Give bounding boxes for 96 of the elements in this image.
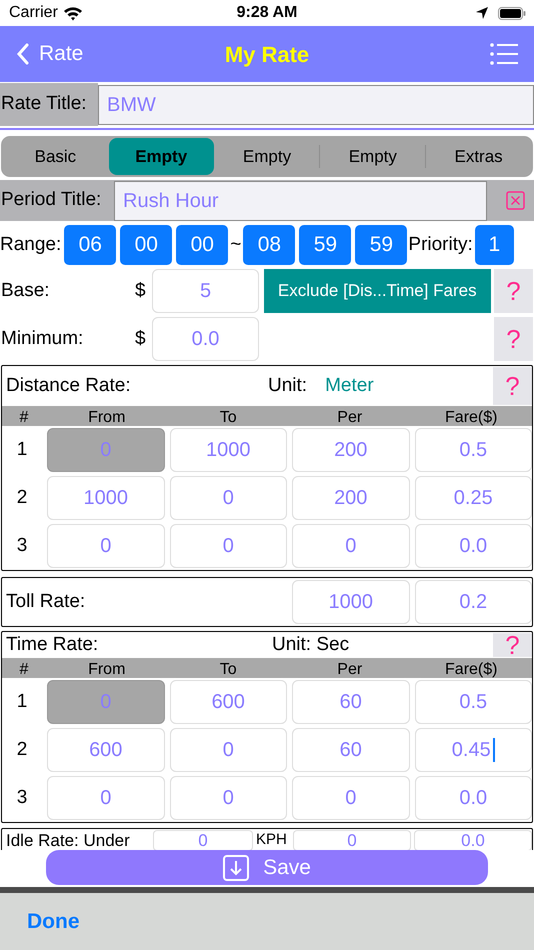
range-separator: ~ [230, 232, 242, 257]
row-number: 2 [16, 486, 28, 510]
idle-speed-field[interactable]: 0 [153, 830, 253, 850]
column-header: From [87, 408, 126, 428]
fare-field[interactable]: 0.25 [414, 476, 532, 520]
column-header: To [218, 408, 238, 428]
rate-title-field[interactable]: BMW [98, 84, 534, 124]
column-header: # [18, 408, 30, 428]
column-header: Fare($) [444, 660, 498, 680]
row-number: 2 [16, 738, 28, 762]
back-button[interactable]: Rate [16, 38, 84, 70]
to-field[interactable]: 0 [170, 476, 287, 520]
help-button[interactable]: ? [494, 269, 533, 313]
from-field[interactable]: 0 [47, 524, 164, 568]
tab[interactable]: Extras [426, 138, 531, 175]
section-title: Idle Rate: Under [5, 830, 131, 850]
field-label: Period Title: [1, 188, 102, 212]
list-icon [490, 43, 518, 65]
field-label: Base: [0, 278, 51, 303]
section-title: Toll Rate: [5, 590, 86, 614]
row-number: 1 [16, 690, 28, 714]
fare-field[interactable]: 0.5 [414, 428, 532, 472]
per-field[interactable]: 60 [292, 680, 410, 724]
to-field[interactable]: 1000 [170, 428, 287, 472]
priority-button[interactable]: 1 [474, 225, 514, 265]
menu-button[interactable] [490, 43, 518, 65]
wifi-icon [62, 5, 83, 21]
help-button[interactable]: ? [494, 317, 533, 361]
section-title: Time Rate: [5, 632, 100, 657]
from-field[interactable]: 0 [47, 776, 164, 820]
unit-label: KPH [256, 830, 288, 850]
section-title: Distance Rate: [5, 374, 132, 398]
time-picker-button[interactable]: 59 [299, 225, 352, 265]
fare-field[interactable]: 0.2 [414, 580, 532, 624]
column-header: To [218, 660, 238, 680]
battery-icon [498, 6, 526, 20]
column-header: Per [336, 408, 364, 428]
unit-label: Unit: Sec [272, 632, 350, 657]
tab[interactable]: Empty [320, 138, 426, 175]
row-number: 3 [16, 786, 28, 810]
period-title-field[interactable]: Rush Hour [114, 180, 487, 220]
per-field[interactable]: 60 [292, 728, 410, 772]
screen-title: My Rate [224, 42, 310, 66]
tab[interactable]: Empty [108, 138, 214, 175]
from-field[interactable]: 1000 [47, 476, 164, 520]
to-field[interactable]: 0 [170, 728, 287, 772]
unit-value: Meter [325, 374, 374, 398]
save-button[interactable]: Save [46, 850, 488, 885]
column-header: # [18, 660, 30, 680]
row-number: 3 [16, 534, 28, 558]
time-picker-button[interactable]: 06 [64, 225, 116, 265]
exclude-fares-button[interactable]: Exclude [Dis...Time] Fares [264, 269, 491, 313]
column-header: Per [336, 660, 364, 680]
from-field[interactable]: 600 [47, 728, 164, 772]
time-picker-button[interactable]: 08 [243, 225, 296, 265]
clock-time: 9:28 AM [236, 4, 298, 21]
delete-button[interactable] [506, 191, 524, 210]
fare-field[interactable]: 0.5 [414, 680, 532, 724]
tab[interactable]: Empty [214, 138, 320, 175]
column-header: Fare($) [444, 408, 498, 428]
time-picker-button[interactable]: 00 [120, 225, 172, 265]
fare-field[interactable]: 0.0 [414, 524, 532, 568]
unit-label: Unit: [268, 374, 308, 398]
help-button[interactable]: ? [493, 633, 532, 657]
per-field[interactable]: 0 [292, 776, 410, 820]
per-field[interactable]: 1000 [292, 580, 410, 624]
tab[interactable]: Basic [3, 138, 108, 175]
field-label: Range: [0, 232, 62, 257]
done-button[interactable]: Done [27, 906, 80, 938]
to-field[interactable]: 0 [170, 776, 287, 820]
per-field[interactable]: 0 [292, 524, 410, 568]
minimum-field[interactable]: 0.0 [152, 317, 259, 361]
per-field[interactable]: 200 [292, 476, 410, 520]
chevron-left-icon [16, 43, 29, 65]
download-icon [223, 854, 250, 880]
base-field[interactable]: 5 [152, 269, 259, 313]
help-button[interactable]: ? [493, 367, 532, 405]
currency-symbol: $ [135, 326, 147, 351]
per-field[interactable]: 0 [293, 830, 411, 850]
field-label: Priority: [408, 232, 473, 257]
field-label: Rate Title: [1, 92, 87, 116]
fare-field[interactable]: 0.0 [414, 776, 532, 820]
row-number: 1 [16, 438, 28, 462]
location-arrow-icon [474, 6, 488, 20]
to-field[interactable]: 600 [170, 680, 287, 724]
carrier-label: Carrier [9, 3, 58, 23]
close-icon [506, 191, 524, 210]
time-picker-button[interactable]: 00 [176, 225, 228, 265]
time-picker-button[interactable]: 59 [355, 225, 408, 265]
field-label: Minimum: [0, 326, 84, 351]
fare-field[interactable]: 0.45 [414, 728, 532, 772]
currency-symbol: $ [135, 278, 147, 303]
column-header: From [87, 660, 126, 680]
per-field[interactable]: 200 [292, 428, 410, 472]
to-field[interactable]: 0 [170, 524, 287, 568]
fare-field[interactable]: 0.0 [414, 830, 532, 850]
